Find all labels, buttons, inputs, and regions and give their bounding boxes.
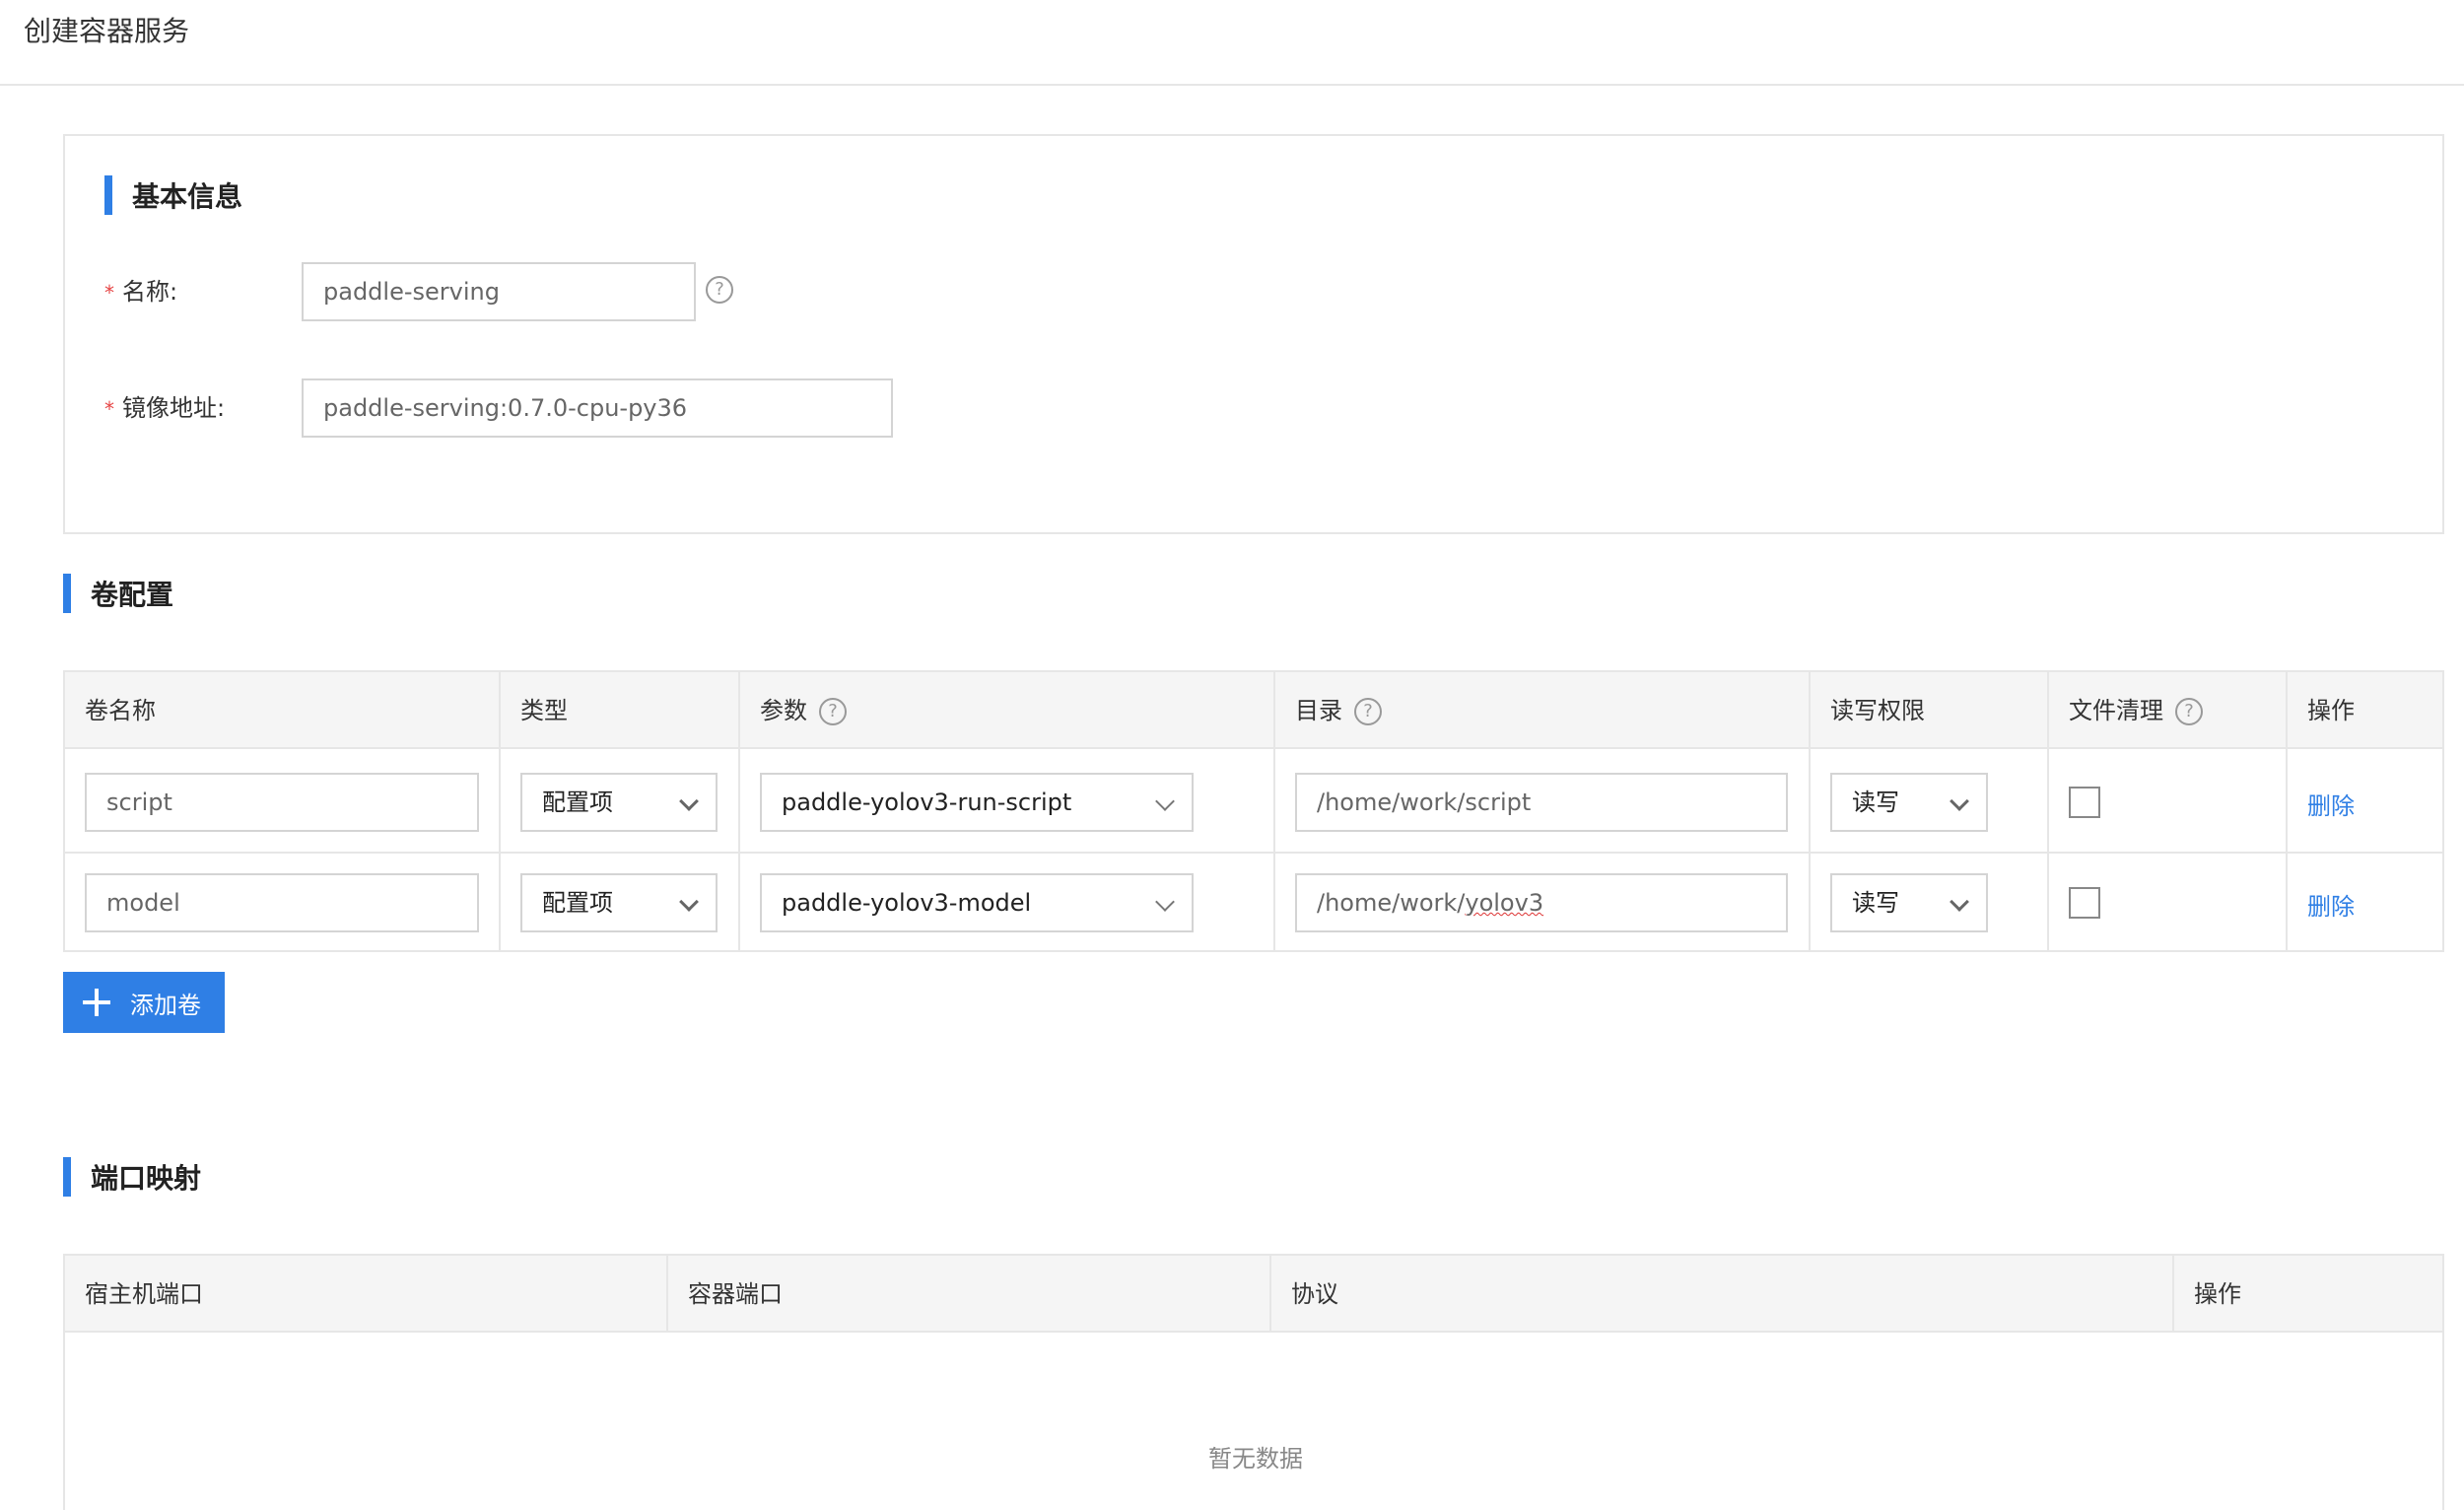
page-title: 创建容器服务 [24,15,190,47]
image-label: * 镜像地址: [104,394,226,422]
delete-volume-link[interactable]: 删除 [2307,887,2355,922]
volume-header: 卷配置 [63,574,173,613]
directory-input[interactable] [1295,773,1788,832]
file-cleanup-checkbox[interactable] [2069,787,2100,818]
chevron-down-icon [679,892,699,912]
chevron-down-icon [1950,892,1969,912]
empty-state-text: 暂无数据 [1208,1445,1303,1473]
plus-icon [83,989,110,1016]
required-mark: * [104,281,114,305]
col-params: 参数? [740,672,847,749]
file-cleanup-checkbox[interactable] [2069,887,2100,919]
param-select[interactable]: paddle-yolov3-run-script [760,773,1194,832]
page-header: 创建容器服务 [0,0,2464,86]
delete-volume-link[interactable]: 删除 [2307,787,2355,821]
col-host-port: 宿主机端口 [85,1280,203,1308]
required-mark: * [104,397,114,421]
section-accent-bar [63,574,71,613]
port-table-header [65,1256,2442,1333]
port-mapping-title: 端口映射 [91,1162,202,1195]
name-input[interactable] [302,262,696,321]
chevron-down-icon [679,791,699,811]
chevron-down-icon [1155,791,1175,811]
col-volume-name: 卷名称 [85,697,156,724]
name-help-icon[interactable]: ? [706,276,733,304]
col-protocol: 协议 [1291,1280,1338,1308]
volume-name-input[interactable] [85,873,479,932]
col-port-actions: 操作 [2194,1280,2241,1308]
add-volume-button[interactable]: 添加卷 [63,972,225,1033]
type-select[interactable]: 配置项 [520,873,718,932]
volume-name-input[interactable] [85,773,479,832]
col-file-cleanup: 文件清理? [2049,672,2203,749]
param-select[interactable]: paddle-yolov3-model [760,873,1194,932]
permission-select[interactable]: 读写 [1830,773,1988,832]
port-table: 宿主机端口 容器端口 协议 操作 暂无数据 [63,1254,2444,1510]
basic-info-header: 基本信息 [104,175,242,215]
chevron-down-icon [1155,892,1175,912]
col-permission: 读写权限 [1830,697,1925,724]
section-accent-bar [63,1157,71,1197]
cleanup-help-icon[interactable]: ? [2175,698,2203,725]
section-accent-bar [104,175,112,215]
basic-info-panel [63,134,2444,534]
name-label: * 名称: [104,278,178,306]
basic-info-title: 基本信息 [132,180,243,213]
volume-table: 卷名称 类型 参数? 目录? 读写权限 文件清理? 操作 配置项 paddle-… [63,670,2444,952]
col-type: 类型 [520,697,568,724]
params-help-icon[interactable]: ? [819,698,847,725]
volume-title: 卷配置 [91,579,174,611]
permission-select[interactable]: 读写 [1830,873,1988,932]
image-address-input[interactable] [302,378,893,438]
col-actions: 操作 [2307,697,2355,724]
port-mapping-header: 端口映射 [63,1157,201,1197]
directory-input[interactable]: /home/work/yolov3 [1295,873,1788,932]
type-select[interactable]: 配置项 [520,773,718,832]
col-container-port: 容器端口 [688,1280,783,1308]
directory-help-icon[interactable]: ? [1354,698,1382,725]
chevron-down-icon [1950,791,1969,811]
col-directory: 目录? [1275,672,1382,749]
